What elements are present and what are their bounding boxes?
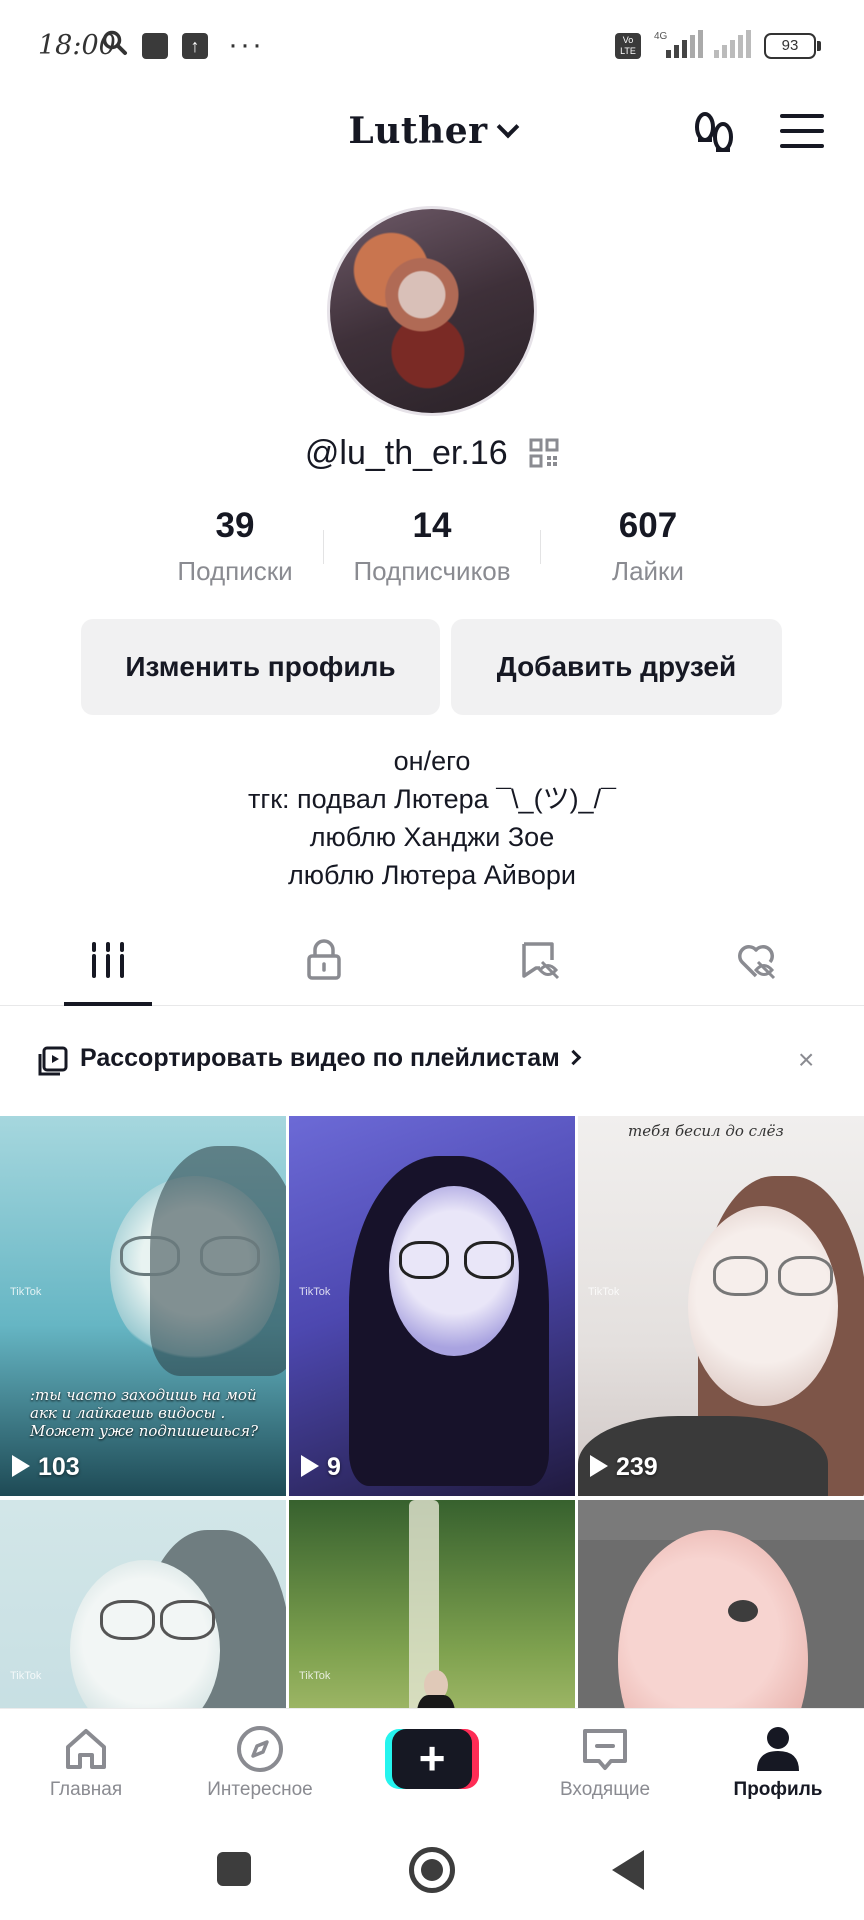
video-thumbnail[interactable]: TikTok 9 <box>289 1116 575 1496</box>
plus-icon: + <box>392 1729 472 1789</box>
close-icon[interactable]: × <box>798 1044 814 1076</box>
battery-icon: 93 <box>764 33 821 59</box>
stat-divider <box>540 530 541 564</box>
back-button[interactable] <box>612 1850 644 1890</box>
app-notification-icon <box>142 33 168 59</box>
active-tab-indicator <box>64 1002 152 1006</box>
tiktok-watermark: TikTok <box>10 1670 42 1682</box>
nav-inbox[interactable]: Входящие <box>535 1723 675 1801</box>
system-navigation-bar <box>0 1820 864 1920</box>
stat-following[interactable]: 39 Подписки <box>140 506 330 587</box>
profile-icon <box>757 1727 799 1771</box>
stat-divider <box>323 530 324 564</box>
video-thumbnail[interactable]: тебя бесил до слёз TikTok 239 <box>578 1116 864 1496</box>
video-caption: тебя бесил до слёз <box>628 1122 784 1140</box>
tiktok-watermark: TikTok <box>588 1286 620 1298</box>
following-count: 39 <box>215 506 255 545</box>
nav-home[interactable]: Главная <box>16 1723 156 1801</box>
handle-text: @lu_th_er.16 <box>304 434 508 472</box>
nav-label-home: Главная <box>49 1779 123 1800</box>
bio-line: он/его <box>393 746 471 776</box>
home-icon <box>66 1729 106 1769</box>
following-label: Подписки <box>177 556 293 586</box>
network-type-label: 4G <box>654 31 668 42</box>
view-count: 239 <box>590 1453 658 1482</box>
signal-strength-icon: 4G <box>654 30 703 58</box>
video-thumbnail[interactable] <box>578 1500 864 1708</box>
signal-strength-2-icon <box>714 30 751 58</box>
qr-code-icon[interactable] <box>529 438 559 468</box>
nav-discover[interactable]: Интересное <box>190 1723 330 1801</box>
lock-icon[interactable] <box>302 938 346 982</box>
status-bar: 18:00 ↑ ··· Vo LTE 4G 93 <box>0 0 864 92</box>
inbox-icon <box>583 1729 627 1770</box>
play-icon <box>12 1455 30 1477</box>
play-icon <box>301 1455 319 1477</box>
videos-grid-icon[interactable] <box>86 938 130 982</box>
chevron-right-icon <box>565 1049 581 1066</box>
hidden-reposts-icon[interactable] <box>518 938 562 982</box>
bio-line: тгк: подвал Лютера ¯\_(ツ)_/¯ <box>248 784 616 814</box>
view-count: 9 <box>301 1453 341 1482</box>
account-name: Luther <box>348 110 488 152</box>
video-thumbnail[interactable]: TikTok <box>289 1500 575 1708</box>
stat-likes[interactable]: 607 Лайки <box>553 506 743 587</box>
video-thumbnail[interactable]: TikTok :ты часто заходишь на мой акк и л… <box>0 1116 286 1496</box>
bottom-navigation: Главная Интересное + Входящие Профиль <box>0 1708 864 1820</box>
playlist-icon <box>38 1046 68 1076</box>
edit-profile-button[interactable]: Изменить профиль <box>81 619 440 715</box>
likes-label: Лайки <box>612 556 684 586</box>
hidden-likes-icon[interactable] <box>734 938 778 982</box>
followers-label: Подписчиков <box>353 556 511 586</box>
tiktok-watermark: TikTok <box>10 1286 42 1298</box>
nav-label-discover: Интересное <box>207 1779 313 1800</box>
nav-label-profile: Профиль <box>733 1779 823 1800</box>
tiktok-watermark: TikTok <box>299 1286 331 1298</box>
search-status-icon <box>102 30 127 55</box>
video-caption: :ты часто заходишь на мой акк и лайкаешь… <box>30 1386 259 1440</box>
video-grid: TikTok :ты часто заходишь на мой акк и л… <box>0 1116 864 1708</box>
likes-count: 607 <box>618 506 678 545</box>
volte-icon: Vo LTE <box>615 33 641 59</box>
followers-count: 14 <box>412 506 452 545</box>
upload-notification-icon: ↑ <box>182 33 208 59</box>
recents-button[interactable] <box>217 1852 251 1886</box>
compass-icon <box>237 1726 283 1772</box>
profile-header: Luther <box>0 92 864 182</box>
add-friends-button[interactable]: Добавить друзей <box>451 619 782 715</box>
home-button[interactable] <box>409 1847 455 1893</box>
video-thumbnail[interactable]: TikTok <box>0 1500 286 1708</box>
profile-tabs <box>0 926 864 1006</box>
footprints-icon[interactable] <box>692 110 736 160</box>
bio-line: люблю Лютера Айвори <box>288 860 576 890</box>
hamburger-menu-icon[interactable] <box>780 114 824 154</box>
nav-profile[interactable]: Профиль <box>708 1723 848 1801</box>
avatar[interactable] <box>327 206 537 416</box>
profile-handle: @lu_th_er.16 <box>0 434 864 473</box>
play-icon <box>590 1455 608 1477</box>
profile-stats: 39 Подписки 14 Подписчиков 607 Лайки <box>140 506 724 596</box>
bio-line: люблю Ханджи Зое <box>309 822 555 852</box>
playlist-banner[interactable]: Рассортировать видео по плейлистам × <box>0 1030 864 1090</box>
nav-label-inbox: Входящие <box>559 1779 651 1800</box>
playlist-banner-text: Рассортировать видео по плейлистам <box>80 1044 581 1073</box>
chevron-down-icon <box>496 115 519 139</box>
view-count: 103 <box>12 1453 80 1482</box>
more-notifications-icon: ··· <box>228 28 264 61</box>
profile-bio: он/его тгк: подвал Лютера ¯\_(ツ)_/¯ любл… <box>0 742 864 894</box>
tiktok-watermark: TikTok <box>299 1670 331 1682</box>
create-video-button[interactable]: + <box>385 1729 479 1789</box>
stat-followers[interactable]: 14 Подписчиков <box>337 506 527 587</box>
